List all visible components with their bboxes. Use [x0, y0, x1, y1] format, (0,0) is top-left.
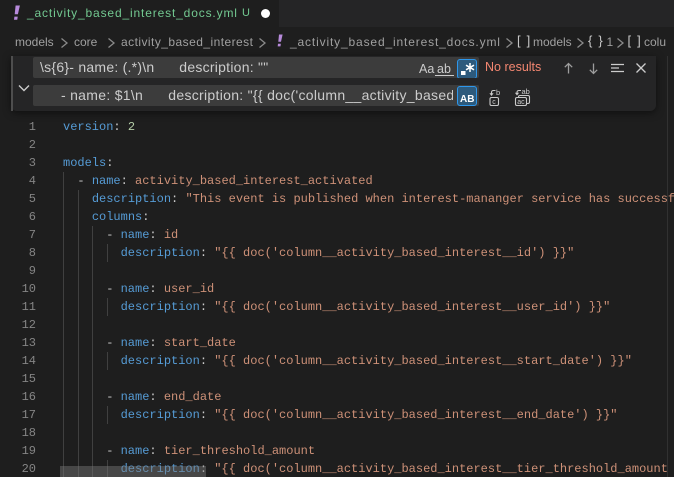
svg-text:b: b — [496, 88, 500, 97]
svg-text:ac: ac — [517, 99, 525, 106]
svg-text:ab: ab — [522, 87, 530, 96]
svg-text:c: c — [492, 99, 496, 106]
